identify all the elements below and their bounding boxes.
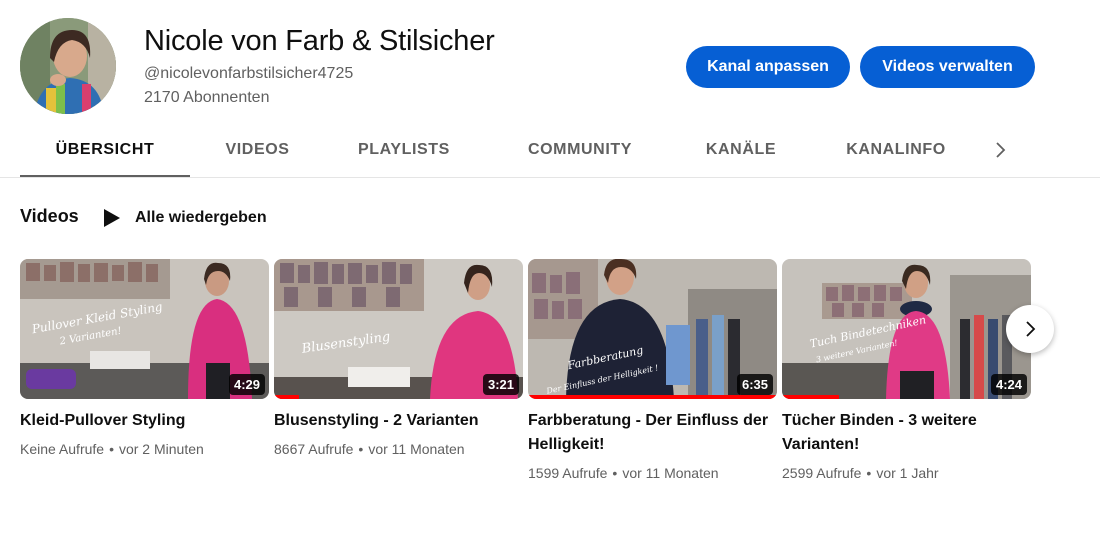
video-age: vor 1 Jahr (876, 465, 939, 481)
video-duration: 4:29 (228, 374, 265, 395)
video-duration: 4:24 (990, 374, 1027, 395)
chevron-right-icon (1026, 321, 1036, 337)
video-thumbnail[interactable]: Farbberatung Der Einfluss der Helligkeit… (528, 259, 777, 399)
video-views: 8667 Aufrufe (274, 441, 354, 457)
video-thumbnail[interactable]: Blusenstyling 3:21 (274, 259, 523, 399)
tab-about[interactable]: KANALINFO (841, 122, 951, 178)
video-age: vor 11 Monaten (368, 441, 465, 457)
meta-separator: • (358, 441, 364, 457)
watch-progress (528, 395, 777, 399)
channel-name: Nicole von Farb & Stilsicher (144, 25, 495, 57)
play-all-label: Alle wiedergeben (135, 209, 267, 226)
video-thumbnail[interactable]: Tuch Bindetechniken 3 weitere Varianten!… (782, 259, 1031, 399)
tab-label: KANÄLE (705, 141, 777, 158)
subscriber-count: 2170 Abonnenten (144, 89, 270, 106)
tab-label: ÜBERSICHT (55, 141, 155, 158)
tab-label: COMMUNITY (527, 141, 633, 158)
video-duration: 6:35 (736, 374, 773, 395)
manage-videos-button[interactable]: Videos verwalten (860, 46, 1035, 88)
tab-playlists[interactable]: PLAYLISTS (354, 122, 454, 178)
channel-avatar[interactable] (20, 18, 116, 114)
tab-label: KANALINFO (846, 141, 946, 158)
tab-label: VIDEOS (225, 141, 290, 158)
customize-channel-button[interactable]: Kanal anpassen (686, 46, 850, 88)
video-duration: 3:21 (482, 374, 519, 395)
video-title[interactable]: Tücher Binden - 3 weitere Varianten! (782, 409, 1031, 457)
chevron-right-icon[interactable] (988, 138, 1012, 162)
video-age: vor 11 Monaten (622, 465, 719, 481)
tab-label: PLAYLISTS (358, 141, 450, 158)
meta-separator: • (612, 465, 618, 481)
tab-channels[interactable]: KANÄLE (698, 122, 784, 178)
section-title: Videos (20, 206, 79, 226)
tabs-divider (0, 177, 1100, 178)
video-meta: 8667 Aufrufe • vor 11 Monaten (274, 439, 523, 459)
meta-separator: • (866, 465, 872, 481)
tab-videos[interactable]: VIDEOS (215, 122, 300, 178)
channel-tabs: ÜBERSICHT VIDEOS PLAYLISTS COMMUNITY KAN… (20, 122, 1100, 178)
video-views: 2599 Aufrufe (782, 465, 862, 481)
channel-handle: @nicolevonfarbstilsicher4725 (144, 65, 354, 82)
video-card: Pullover Kleid Styling 2 Varianten! 4:29… (20, 259, 269, 459)
video-card: Blusenstyling 3:21 Blusenstyling - 2 Var… (274, 259, 523, 459)
play-all-button[interactable]: Alle wiedergeben (104, 205, 267, 231)
tab-community[interactable]: COMMUNITY (518, 122, 642, 178)
video-meta: Keine Aufrufe • vor 2 Minuten (20, 439, 269, 459)
video-meta: 1599 Aufrufe • vor 11 Monaten (528, 463, 777, 483)
watch-progress (274, 395, 299, 399)
video-meta: 2599 Aufrufe • vor 1 Jahr (782, 463, 1031, 483)
video-views: 1599 Aufrufe (528, 465, 608, 481)
video-title[interactable]: Kleid-Pullover Styling (20, 409, 269, 433)
play-icon (104, 209, 120, 227)
video-thumbnail[interactable]: Pullover Kleid Styling 2 Varianten! 4:29 (20, 259, 269, 399)
video-title[interactable]: Farbberatung - Der Einfluss der Helligke… (528, 409, 777, 457)
meta-separator: • (109, 441, 114, 457)
video-title[interactable]: Blusenstyling - 2 Varianten (274, 409, 523, 433)
video-views: Keine Aufrufe (20, 441, 105, 457)
tab-overview[interactable]: ÜBERSICHT (20, 122, 190, 178)
watch-progress (782, 395, 840, 399)
video-card: Farbberatung Der Einfluss der Helligkeit… (528, 259, 777, 483)
video-age: vor 2 Minuten (118, 441, 204, 457)
carousel-next-button[interactable] (1006, 305, 1054, 353)
video-card: Tuch Bindetechniken 3 weitere Varianten!… (782, 259, 1031, 483)
